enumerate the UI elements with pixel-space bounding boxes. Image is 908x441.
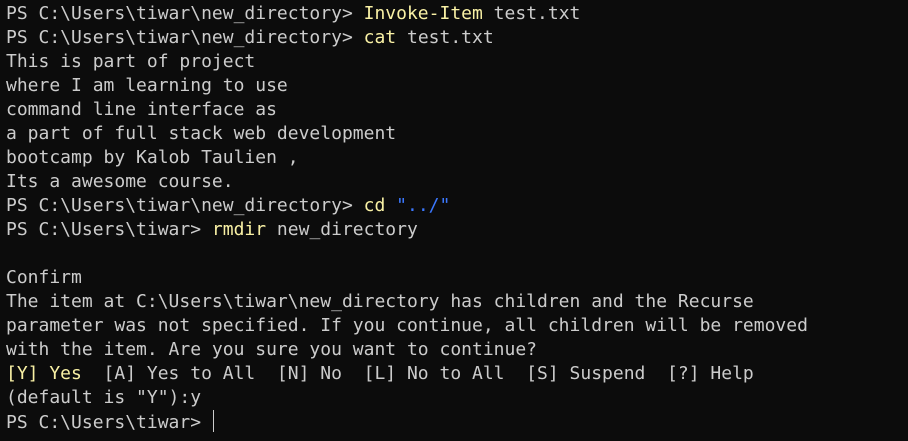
prompt: PS C:\Users\tiwar\new_directory> bbox=[6, 195, 364, 216]
choice-options: [A] Yes to All [N] No [L] No to All [S] … bbox=[81, 363, 754, 384]
output-line: a part of full stack web development bbox=[6, 123, 397, 144]
command-line: PS C:\Users\tiwar\new_directory> cd "../… bbox=[6, 194, 450, 218]
output-line: Its a awesome course. bbox=[6, 171, 234, 192]
text-cursor[interactable] bbox=[212, 410, 214, 432]
command-line: PS C:\Users\tiwar\new_directory> Invoke-… bbox=[6, 2, 580, 26]
confirm-title: Confirm bbox=[6, 267, 82, 288]
command: Invoke-Item bbox=[363, 3, 483, 24]
command-args bbox=[385, 195, 396, 216]
output-line: command line interface as bbox=[6, 99, 277, 120]
prompt: PS C:\Users\tiwar> bbox=[6, 412, 212, 433]
command-args: test.txt bbox=[482, 3, 581, 24]
command: rmdir bbox=[211, 219, 267, 240]
terminal-window[interactable]: PS C:\Users\tiwar\new_directory> Invoke-… bbox=[0, 0, 908, 441]
confirm-message-line: with the item. Are you sure you want to … bbox=[6, 339, 538, 360]
command: cat bbox=[363, 27, 397, 48]
confirm-message-line: The item at C:\Users\tiwar\new_directory… bbox=[6, 291, 754, 312]
string-argument: "../" bbox=[396, 195, 451, 216]
prompt: PS C:\Users\tiwar> bbox=[6, 219, 212, 240]
input-line[interactable]: PS C:\Users\tiwar> bbox=[6, 410, 214, 434]
confirm-message-line: parameter was not specified. If you cont… bbox=[6, 315, 808, 336]
output-line: This is part of project bbox=[6, 51, 256, 72]
command-line: PS C:\Users\tiwar> rmdir new_directory bbox=[6, 218, 418, 242]
confirm-choices: [Y] Yes [A] Yes to All [N] No [L] No to … bbox=[6, 362, 754, 386]
prompt: PS C:\Users\tiwar\new_directory> bbox=[6, 3, 364, 24]
confirm-response: (default is "Y"):y bbox=[6, 387, 202, 408]
command-args: new_directory bbox=[266, 219, 418, 240]
command-line: PS C:\Users\tiwar\new_directory> cat tes… bbox=[6, 26, 494, 50]
prompt: PS C:\Users\tiwar\new_directory> bbox=[6, 27, 364, 48]
command-args: test.txt bbox=[396, 27, 494, 48]
command: cd bbox=[363, 195, 386, 216]
choice-default-yes: [Y] Yes bbox=[6, 363, 82, 384]
output-line: bootcamp by Kalob Taulien , bbox=[6, 147, 299, 168]
output-line: where I am learning to use bbox=[6, 75, 288, 96]
